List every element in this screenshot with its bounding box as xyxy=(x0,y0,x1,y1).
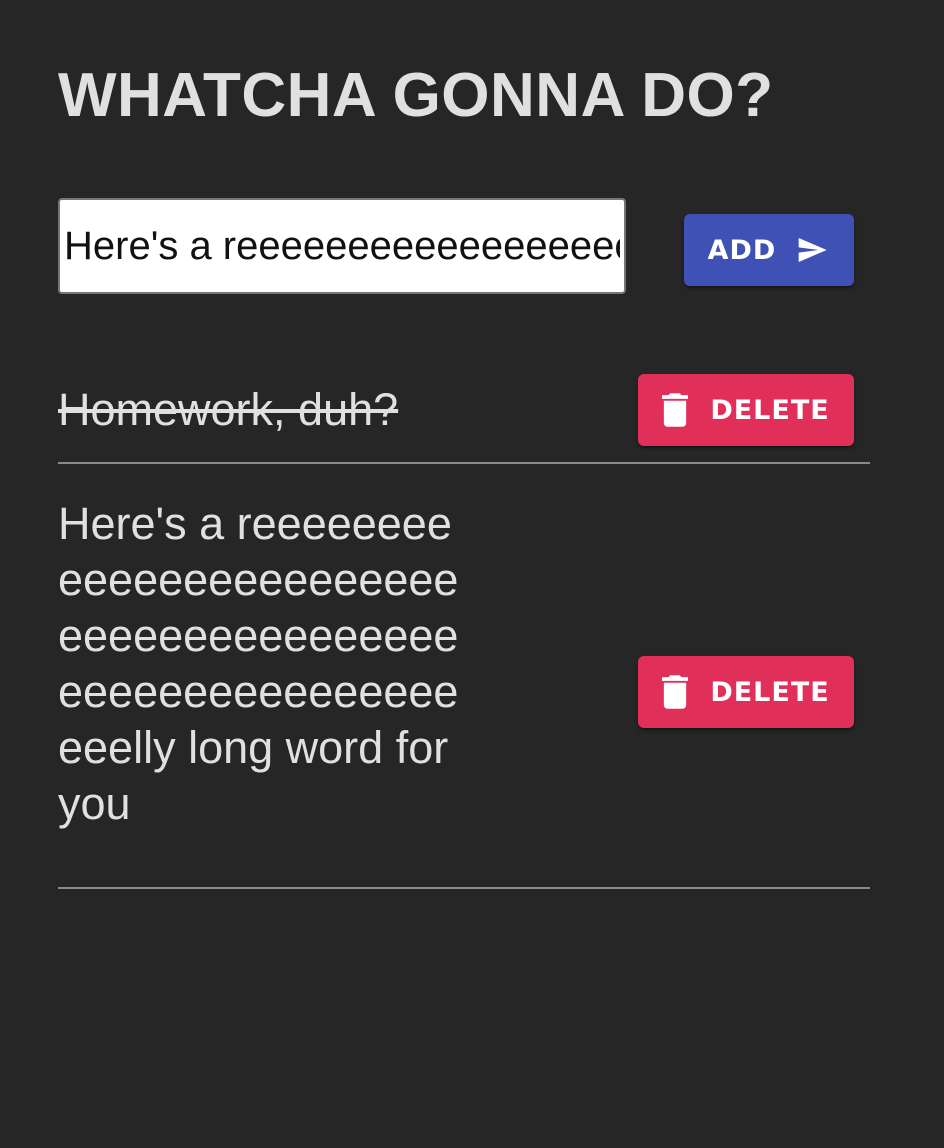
trash-icon xyxy=(662,675,689,709)
new-todo-input[interactable] xyxy=(58,198,626,294)
delete-button-label: DELETE xyxy=(710,394,830,426)
delete-button-label: DELETE xyxy=(710,676,830,708)
todo-item-text[interactable]: Here's a reeeeeeeeeeeeeeeeeeeeeeeeeeeeee… xyxy=(58,496,468,832)
todo-item-text[interactable]: Homework, duh? xyxy=(58,382,398,438)
delete-button[interactable]: DELETE xyxy=(638,374,854,446)
trash-icon xyxy=(662,393,689,427)
add-button-label: ADD xyxy=(707,234,777,266)
send-icon xyxy=(794,234,830,266)
page-title: WHATCHA GONNA DO? xyxy=(58,61,774,130)
delete-button[interactable]: DELETE xyxy=(638,656,854,728)
add-button[interactable]: ADD xyxy=(684,214,854,286)
